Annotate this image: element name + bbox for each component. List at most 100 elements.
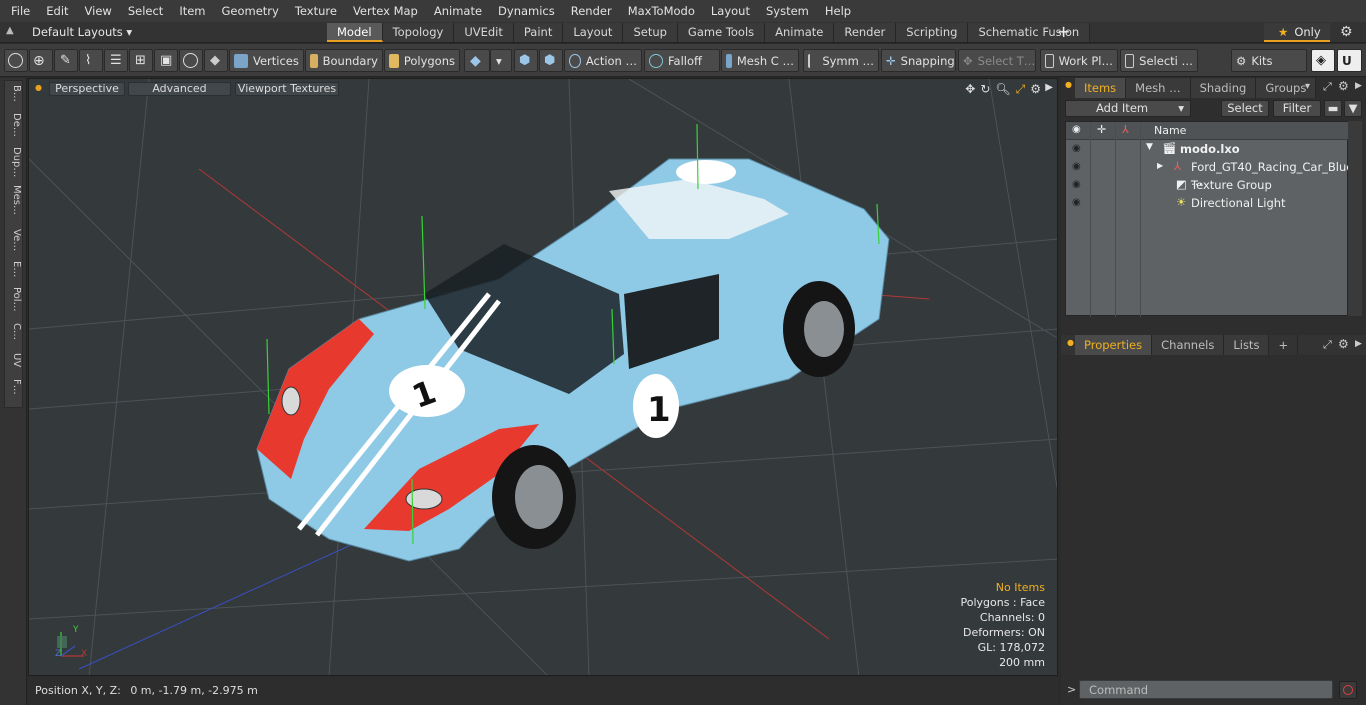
- eye-icon[interactable]: ◉: [1072, 179, 1083, 190]
- polygons-button[interactable]: Polygons: [384, 49, 460, 72]
- expand-icon[interactable]: ⤢: [1323, 80, 1332, 94]
- work-plane-button[interactable]: Work Pl…: [1040, 49, 1118, 72]
- left-tab-mesh-edit[interactable]: Mes…: [8, 185, 22, 215]
- eye-icon[interactable]: ◉: [1072, 197, 1083, 208]
- brush-button[interactable]: ⌇: [79, 49, 103, 72]
- menu-geometry[interactable]: Geometry: [214, 4, 287, 18]
- advanced-dropdown[interactable]: Advanced: [128, 82, 231, 96]
- gear-icon[interactable]: ⚙: [1340, 24, 1353, 40]
- frame-button[interactable]: ▣: [154, 49, 178, 72]
- 3d-viewport[interactable]: 1 1 Y X Z ● Perspective Advanced Viewpor…: [28, 78, 1058, 676]
- move-view-icon[interactable]: ✥: [965, 82, 975, 97]
- menu-animate[interactable]: Animate: [426, 4, 490, 18]
- menu-layout[interactable]: Layout: [703, 4, 758, 18]
- properties-collapse-icon[interactable]: ▶: [1355, 339, 1362, 349]
- properties-expand-icon[interactable]: ⤢: [1323, 338, 1332, 352]
- menu-file[interactable]: File: [0, 4, 38, 18]
- menu-vertex-map[interactable]: Vertex Map: [345, 4, 426, 18]
- symmetry-button[interactable]: Symm …: [803, 49, 879, 72]
- menu-dynamics[interactable]: Dynamics: [490, 4, 563, 18]
- unreal-button[interactable]: U: [1337, 49, 1362, 72]
- funnel-button[interactable]: ▼: [1344, 100, 1362, 117]
- menu-select[interactable]: Select: [120, 4, 171, 18]
- left-tab-uv[interactable]: UV: [8, 353, 22, 367]
- items-gear-icon[interactable]: ⚙: [1338, 79, 1349, 93]
- items-dot-icon[interactable]: ●: [1065, 80, 1072, 89]
- rotate-view-icon[interactable]: ↻: [980, 82, 990, 97]
- type-header-icon[interactable]: ⅄: [1122, 123, 1129, 136]
- circle-select-button[interactable]: [4, 49, 28, 72]
- left-tab-polygon[interactable]: Pol…: [8, 287, 22, 312]
- tab-render[interactable]: Render: [834, 23, 897, 42]
- layout-menu-icon[interactable]: ▲: [6, 25, 22, 39]
- menu-maxtomodo[interactable]: MaxToModo: [620, 4, 703, 18]
- kits-button[interactable]: ⚙ Kits: [1231, 49, 1307, 72]
- command-input[interactable]: Command: [1079, 680, 1333, 699]
- list-item-directional-light[interactable]: ◉ ☀ Directional Light: [1066, 194, 1349, 212]
- list-item-ford-gt40[interactable]: ◉ ▶ ⅄ Ford_GT40_Racing_Car_Blue …: [1066, 158, 1353, 188]
- items-collapse-icon[interactable]: ▶: [1355, 81, 1362, 91]
- name-column-header[interactable]: Name: [1154, 124, 1186, 137]
- zoom-view-icon[interactable]: 🔍︎: [995, 82, 1010, 97]
- lock-header-icon[interactable]: ✛: [1097, 123, 1106, 136]
- fit-view-icon[interactable]: ⤢: [1016, 82, 1026, 97]
- tab-game-tools[interactable]: Game Tools: [677, 23, 766, 42]
- tab-properties[interactable]: Properties: [1075, 335, 1153, 355]
- filter-button[interactable]: Filter: [1273, 100, 1321, 117]
- left-tab-basic[interactable]: B…: [8, 85, 22, 102]
- tab-items[interactable]: Items: [1075, 78, 1127, 98]
- snapping-button[interactable]: ✛ Snapping: [881, 49, 956, 72]
- cube-button[interactable]: ◆: [204, 49, 228, 72]
- tab-setup[interactable]: Setup: [623, 23, 678, 42]
- menu-edit[interactable]: Edit: [38, 4, 76, 18]
- grid-button[interactable]: ⊞: [129, 49, 153, 72]
- action-center-button[interactable]: Action …: [564, 49, 642, 72]
- snap-a-button[interactable]: ⬢: [514, 49, 538, 72]
- boundary-button[interactable]: Boundary: [305, 49, 383, 72]
- visibility-header-icon[interactable]: ◉: [1072, 124, 1081, 135]
- record-button[interactable]: [1339, 681, 1357, 699]
- viewport-textures-dropdown[interactable]: Viewport Textures: [235, 82, 339, 96]
- tab-schematic-fusion[interactable]: Schematic Fusion: [968, 23, 1091, 42]
- add-panel-tab-icon[interactable]: +: [1269, 335, 1299, 355]
- left-tab-deform[interactable]: De…: [8, 113, 22, 137]
- expand-arrow-icon[interactable]: ▶: [1157, 161, 1163, 170]
- pie-button[interactable]: [179, 49, 203, 72]
- select-button[interactable]: Select: [1221, 100, 1269, 117]
- left-tab-curve[interactable]: C…: [8, 323, 22, 340]
- left-tab-duplicate[interactable]: Dup…: [8, 147, 22, 177]
- menu-system[interactable]: System: [758, 4, 817, 18]
- tab-channels[interactable]: Channels: [1152, 335, 1225, 355]
- menu-help[interactable]: Help: [817, 4, 859, 18]
- tab-layout[interactable]: Layout: [563, 23, 624, 42]
- add-item-dropdown[interactable]: Add Item ▾: [1065, 100, 1191, 117]
- vertices-button[interactable]: Vertices: [229, 49, 304, 72]
- globe-button[interactable]: ⊕: [29, 49, 53, 72]
- expand-arrow-icon[interactable]: ▼: [1146, 142, 1153, 152]
- viewport-expand-icon[interactable]: ▶: [1045, 82, 1053, 93]
- left-tab-fusion[interactable]: F…: [8, 379, 22, 395]
- collapse-button[interactable]: ▬: [1324, 100, 1342, 117]
- left-tab-edge[interactable]: E…: [8, 261, 22, 277]
- viewport-gear-icon[interactable]: ⚙: [1030, 82, 1041, 97]
- list-item-modo-lxo[interactable]: ◉ ▼ 🎬︎ modo.lxo: [1066, 140, 1349, 158]
- menu-item[interactable]: Item: [171, 4, 213, 18]
- eye-icon[interactable]: ◉: [1072, 143, 1083, 154]
- item-mode-button[interactable]: ◆: [464, 49, 490, 72]
- tab-paint[interactable]: Paint: [513, 23, 564, 42]
- falloff-button[interactable]: Falloff: [644, 49, 720, 72]
- tab-model[interactable]: Model: [327, 23, 383, 42]
- default-layouts-dropdown[interactable]: Default Layouts ▾: [32, 25, 132, 39]
- select-through-button[interactable]: ✥ Select T…: [958, 49, 1036, 72]
- perspective-dropdown[interactable]: Perspective: [49, 82, 125, 96]
- selection-sets-button[interactable]: Selecti …: [1120, 49, 1198, 72]
- pen-button[interactable]: ✎: [54, 49, 78, 72]
- mode-dropdown[interactable]: ▾: [490, 49, 512, 72]
- tab-shading[interactable]: Shading: [1190, 78, 1257, 98]
- tabs-dropdown-icon[interactable]: ▾: [1305, 81, 1310, 92]
- tab-topology[interactable]: Topology: [382, 23, 455, 42]
- properties-dot-icon[interactable]: ●: [1067, 338, 1074, 347]
- menu-texture[interactable]: Texture: [287, 4, 345, 18]
- list-item-texture-group[interactable]: ◉ ◩ Texture Group: [1066, 176, 1349, 194]
- only-toggle[interactable]: ★ Only: [1264, 23, 1330, 42]
